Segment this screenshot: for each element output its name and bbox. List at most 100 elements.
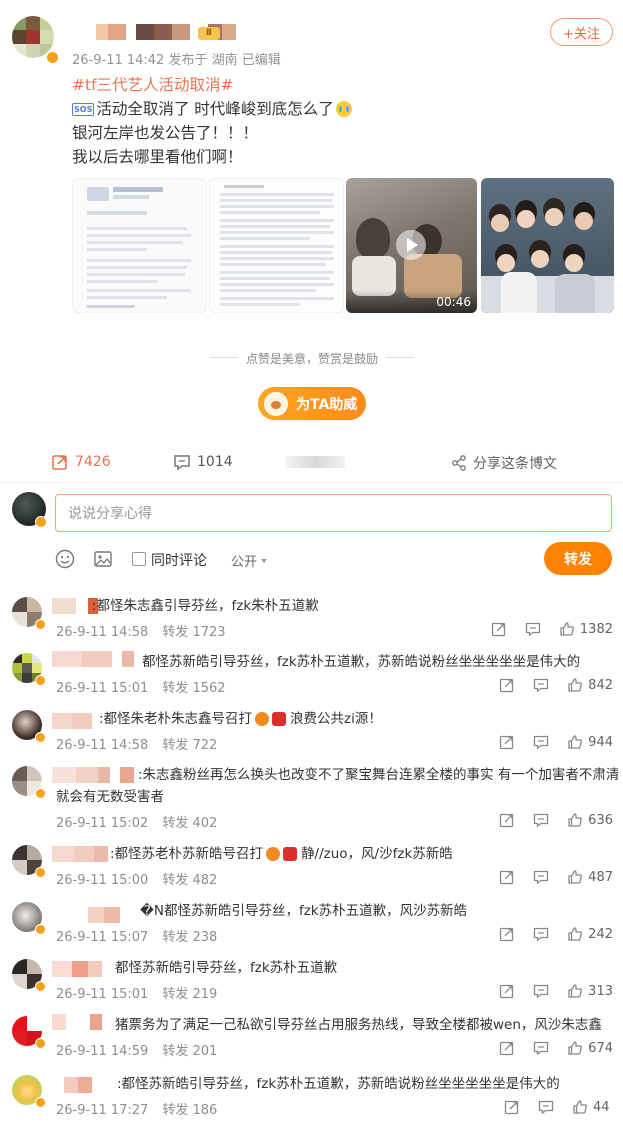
member-level-icon: Ⅱ [198, 27, 220, 40]
comment-time: 26-9-11 17:27 [56, 1103, 149, 1118]
comment-repost-count: 转发 482 [162, 873, 218, 888]
comment-repost-count: 转发 219 [162, 987, 218, 1002]
comment-actions: 1382 [473, 621, 613, 637]
commenter-badge-icon [35, 1038, 46, 1049]
commenter-name-mosaic[interactable] [52, 1014, 102, 1030]
repost-input[interactable]: 说说分享心得 [55, 494, 612, 532]
visibility-select[interactable]: 公开 [231, 551, 268, 570]
commenter-name-mosaic[interactable] [52, 767, 134, 783]
repost-icon [52, 455, 67, 470]
phone-emoji-icon [272, 712, 287, 726]
comment-action[interactable]: 1014 [173, 453, 233, 471]
cheer-mascot-icon [264, 391, 288, 416]
comment-item: :都怪苏老朴苏新皓号召打 静//zuo，风/沙fzk苏新皓 26-9-11 15… [0, 841, 623, 897]
repost-icon[interactable] [499, 983, 515, 999]
orange-emoji-icon [266, 847, 281, 861]
comment-repost-count: 转发 1723 [162, 625, 226, 640]
commenter-name-mosaic[interactable] [52, 961, 102, 977]
announcement-image-1[interactable] [72, 178, 207, 313]
sos-icon: SOS [72, 102, 95, 116]
comment-icon[interactable] [533, 983, 549, 999]
commenter-name-mosaic[interactable] [52, 713, 92, 729]
repost-action[interactable]: 7426 [51, 453, 111, 471]
comment-icon[interactable] [533, 926, 549, 942]
orange-emoji-icon [255, 712, 270, 726]
like-count: 1382 [579, 621, 613, 637]
like-icon[interactable] [567, 983, 583, 999]
comment-icon[interactable] [538, 1099, 554, 1115]
comment-actions: 636 [481, 812, 613, 828]
commenter-name-mosaic[interactable] [52, 651, 134, 667]
comment-meta: 26-9-11 17:27 转发 186 [56, 1099, 217, 1118]
verified-badge-icon [45, 50, 60, 65]
repost-icon[interactable] [499, 812, 515, 828]
comment-item: �N都怪苏新皓引导芬丝，fzk苏朴五道歉，风沙苏新皓 26-9-11 15:07… [0, 898, 623, 954]
comment-icon[interactable] [533, 812, 549, 828]
like-icon[interactable] [572, 1099, 588, 1115]
repost-icon[interactable] [504, 1099, 520, 1115]
image-icon[interactable] [93, 549, 113, 569]
share-label: 分享这条博文 [473, 456, 557, 472]
comment-time: 26-9-11 15:01 [56, 681, 149, 696]
post-line-1: SOS 活动全取消了 时代峰峻到底怎么了 [72, 97, 602, 121]
commenter-name-mosaic[interactable] [52, 907, 120, 923]
repost-submit-button[interactable]: 转发 [544, 542, 612, 575]
commenter-name-mosaic[interactable] [52, 1077, 92, 1093]
like-icon[interactable] [567, 812, 583, 828]
comment-meta: 26-9-11 14:58 转发 1723 [56, 621, 226, 640]
comment-meta: 26-9-11 15:01 转发 219 [56, 983, 217, 1002]
comment-repost-count: 转发 186 [162, 1103, 218, 1118]
like-count: 636 [588, 812, 613, 828]
comment-text: :都怪朱志鑫引导芬丝，fzk朱朴五道歉 [92, 598, 319, 614]
group-photo[interactable] [481, 178, 614, 313]
also-comment-label: 同时评论 [151, 553, 207, 569]
also-comment-checkbox[interactable] [132, 552, 146, 566]
like-icon[interactable] [559, 621, 575, 637]
comment-time: 26-9-11 14:59 [56, 1044, 149, 1059]
like-count: 313 [588, 983, 613, 999]
comment-text-part2: 静//zuo，风/沙fzk苏新皓 [301, 846, 453, 862]
repost-icon[interactable] [491, 621, 507, 637]
comment-actions: 44 [486, 1099, 613, 1115]
action-bar-divider [0, 482, 623, 483]
emoji-icon[interactable] [55, 549, 75, 569]
hashtag-link[interactable]: #tf三代艺人活动取消# [72, 73, 602, 97]
comment-icon[interactable] [525, 621, 541, 637]
comment-time: 26-9-11 14:58 [56, 625, 149, 640]
announcement-image-2[interactable] [209, 178, 344, 313]
comment-icon[interactable] [533, 869, 549, 885]
comment-icon[interactable] [533, 1040, 549, 1056]
comment-meta: 26-9-11 15:00 转发 482 [56, 869, 217, 888]
like-icon[interactable] [567, 1040, 583, 1056]
commenter-name-mosaic[interactable] [52, 846, 108, 862]
repost-icon[interactable] [499, 1040, 515, 1056]
play-icon[interactable] [396, 230, 426, 260]
repost-icon[interactable] [499, 869, 515, 885]
repost-icon[interactable] [499, 677, 515, 693]
repost-icon[interactable] [499, 926, 515, 942]
repost-icon[interactable] [499, 734, 515, 750]
comment-item: 都怪苏新皓引导芬丝，fzk苏朴五道歉，苏新皓说粉丝坐坐坐坐坐是伟大的 26-9-… [0, 649, 623, 705]
comment-icon[interactable] [533, 734, 549, 750]
comment-text: �N都怪苏新皓引导芬丝，fzk苏朴五道歉，风沙苏新皓 [140, 903, 468, 919]
comment-item: :都怪朱老朴朱志鑫号召打 浪费公共zi源！ 26-9-11 14:58 转发 72… [0, 706, 623, 762]
cheer-button[interactable]: 为TA助威 [258, 387, 366, 420]
comment-text-line2: 就会有无数受害者 [56, 789, 164, 805]
like-icon[interactable] [567, 926, 583, 942]
share-action[interactable]: 分享这条博文 [451, 453, 557, 473]
like-icon[interactable] [567, 869, 583, 885]
video-thumbnail[interactable]: 00:46 [346, 178, 477, 313]
comment-time: 26-9-11 15:07 [56, 930, 149, 945]
comment-actions: 842 [481, 677, 613, 693]
comment-time: 26-9-11 15:00 [56, 873, 149, 888]
comment-icon[interactable] [533, 677, 549, 693]
like-icon[interactable] [567, 734, 583, 750]
comment-repost-count: 转发 402 [162, 816, 218, 831]
commenter-badge-icon [35, 924, 46, 935]
repost-input-placeholder: 说说分享心得 [68, 506, 152, 522]
comment-meta: 26-9-11 15:01 转发 1562 [56, 677, 226, 696]
reward-divider-left [210, 357, 238, 358]
like-icon[interactable] [567, 677, 583, 693]
follow-button[interactable]: +关注 [550, 18, 613, 46]
post-line-1-text: 活动全取消了 时代峰峻到底怎么了 [96, 100, 334, 118]
